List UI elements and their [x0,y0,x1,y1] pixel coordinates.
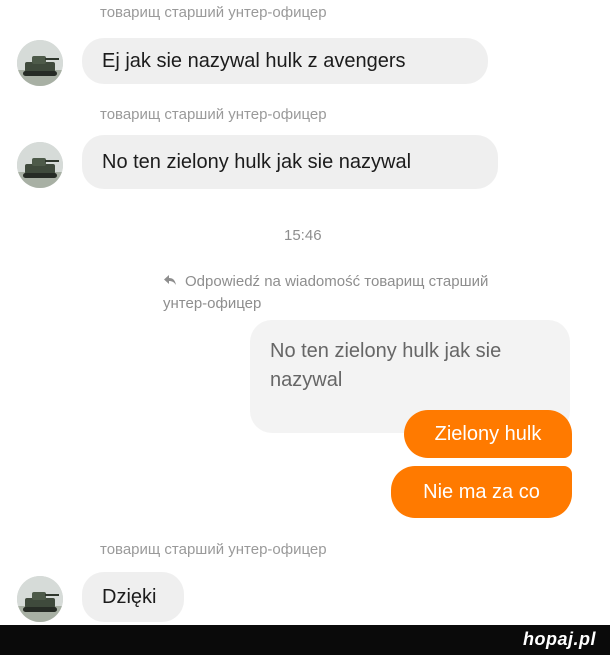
brand-watermark: hopaj.pl [523,629,596,650]
watermark-bar: hopaj.pl [0,625,610,655]
message-bubble-3[interactable]: Dzięki [82,572,184,622]
sender-name-1: товарищ старший унтер-офицер [100,4,327,21]
message-text: No ten zielony hulk jak sie nazywal [102,150,412,173]
message-text: Nie ma za co [423,480,540,503]
message-text: Ej jak sie nazywal hulk z avengers [102,49,406,72]
avatar-3[interactable] [17,576,63,622]
quoted-text: No ten zielony hulk jak sie nazywal [270,340,502,391]
reply-header-text: Odpowiedź na wiadomość товарищ старший у… [163,273,489,312]
message-text: Zielony hulk [434,422,542,445]
outgoing-bubble-1[interactable]: Zielony hulk [404,410,572,458]
tank-avatar-icon [17,576,63,622]
message-bubble-2[interactable]: No ten zielony hulk jak sie nazywal [82,135,498,189]
outgoing-bubble-2[interactable]: Nie ma za co [391,466,572,518]
avatar-1[interactable] [17,40,63,86]
timestamp: 15:46 [284,227,322,244]
message-bubble-1[interactable]: Ej jak sie nazywal hulk z avengers [82,38,488,84]
avatar-2[interactable] [17,142,63,188]
tank-avatar-icon [17,40,63,86]
reply-header: Odpowiedź na wiadomość товарищ старший у… [163,271,503,315]
reply-arrow-icon [163,271,177,293]
brand-text: hopaj.pl [523,629,596,649]
sender-name-2: товарищ старший унтер-офицер [100,106,327,123]
message-text: Dzięki [102,585,157,608]
sender-name-3: товарищ старший унтер-офицер [100,541,327,558]
tank-avatar-icon [17,142,63,188]
